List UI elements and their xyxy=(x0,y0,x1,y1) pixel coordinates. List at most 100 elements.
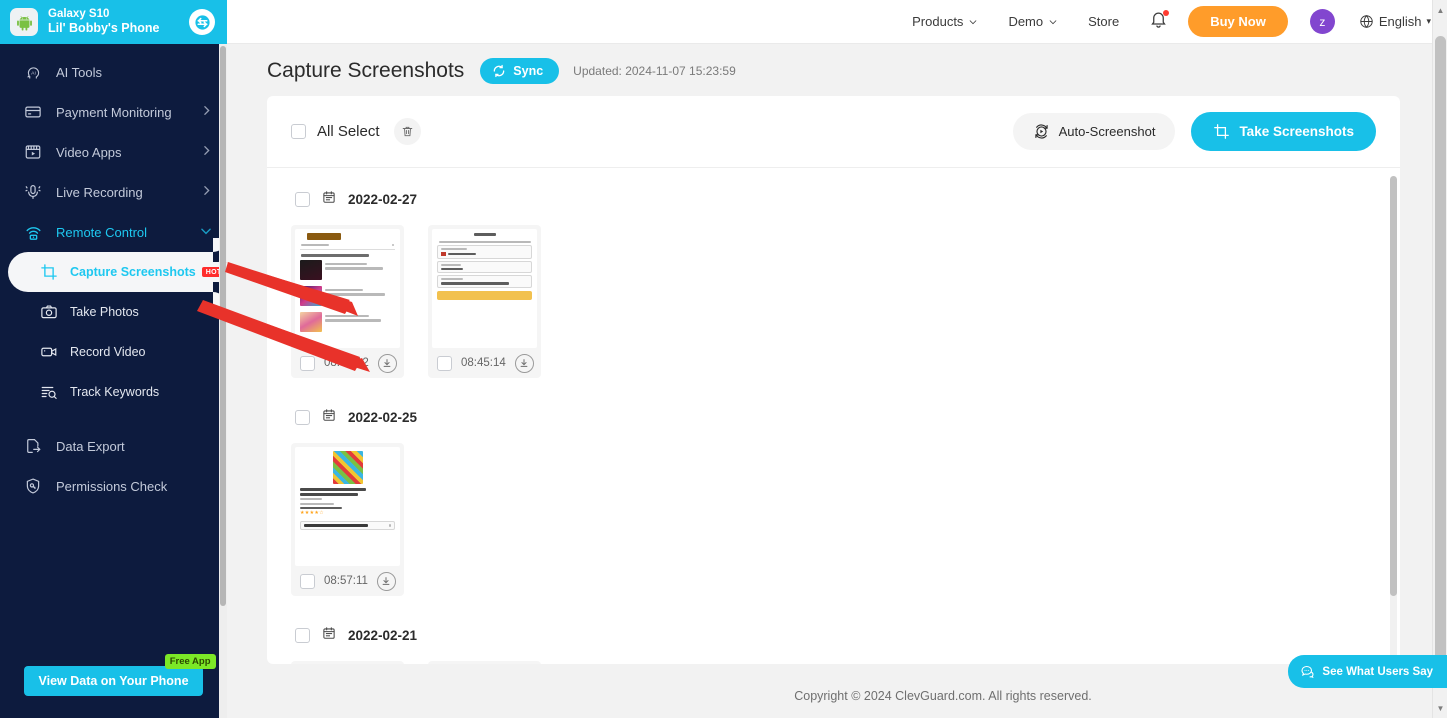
nav-demo-label: Demo xyxy=(1008,14,1044,29)
notification-bell-icon[interactable] xyxy=(1149,9,1170,34)
all-select-checkbox[interactable] xyxy=(291,124,306,139)
download-icon[interactable] xyxy=(514,353,534,373)
caret-down-icon: ▾ xyxy=(1426,16,1431,26)
calendar-icon xyxy=(322,626,336,645)
screenshots-panel: All Select Auto-Screenshot Take Screensh… xyxy=(267,96,1400,664)
auto-screenshot-button[interactable]: Auto-Screenshot xyxy=(1012,113,1176,150)
scroll-up-arrow-icon[interactable]: ▲ xyxy=(1433,2,1447,18)
thumbnail-footer: 08:57:11 xyxy=(291,566,404,596)
page-scrollbar[interactable]: ▲ ▼ xyxy=(1432,0,1447,718)
sidebar-item-ai-tools[interactable]: AI AI Tools xyxy=(0,52,227,92)
sidebar-item-remote-control[interactable]: Remote Control xyxy=(0,212,227,252)
screenshot-thumbnail[interactable]: 08:57:12 xyxy=(291,225,404,378)
panel-toolbar: All Select Auto-Screenshot Take Screensh… xyxy=(267,96,1400,168)
chevron-down-icon xyxy=(970,19,977,24)
thumbnail-grid: 08:57:12 08:45:14 xyxy=(291,225,1376,378)
screenshot-thumbnail[interactable] xyxy=(428,661,541,664)
take-screenshots-button[interactable]: Take Screenshots xyxy=(1191,112,1376,151)
thumbnail-checkbox[interactable] xyxy=(300,573,315,589)
video-apps-icon xyxy=(22,141,44,163)
sidebar-item-video-apps[interactable]: Video Apps xyxy=(0,132,227,172)
delete-selected-button[interactable] xyxy=(393,118,421,145)
shield-key-icon xyxy=(22,475,44,497)
panel-scrollbar-thumb[interactable] xyxy=(1390,176,1397,596)
sidebar-cta: Free App View Data on Your Phone xyxy=(0,654,227,696)
chevron-right-icon xyxy=(200,184,213,200)
date-row: 2022-02-21 xyxy=(291,626,1376,645)
sidebar-item-label: Record Video xyxy=(70,345,146,359)
crop-frame-icon xyxy=(38,261,60,283)
remote-control-icon xyxy=(22,221,44,243)
svg-text:AI: AI xyxy=(31,70,36,76)
sidebar-scrollbar[interactable] xyxy=(219,44,227,718)
keyword-search-icon xyxy=(38,381,60,403)
preview-content xyxy=(295,229,400,348)
screenshot-thumbnail[interactable]: ★★★★☆ 08:57:11 xyxy=(291,443,404,596)
topbar: Products Demo Store Buy Now z English ▾ xyxy=(227,0,1447,44)
preview-content xyxy=(432,229,537,348)
crop-frame-icon xyxy=(1214,124,1230,139)
auto-screenshot-icon xyxy=(1034,124,1048,139)
sidebar-item-label: Remote Control xyxy=(56,224,148,240)
sync-button[interactable]: Sync xyxy=(480,58,560,84)
sidebar-item-record-video[interactable]: Record Video xyxy=(0,332,227,372)
globe-icon xyxy=(1360,15,1373,28)
sidebar-item-label: Video Apps xyxy=(56,144,122,160)
chevron-down-icon xyxy=(199,224,213,241)
date-group-checkbox[interactable] xyxy=(295,628,310,643)
buy-now-button[interactable]: Buy Now xyxy=(1188,6,1288,37)
take-screenshots-label: Take Screenshots xyxy=(1239,124,1354,139)
sidebar-item-label: Payment Monitoring xyxy=(56,104,172,120)
device-header[interactable]: Galaxy S10 Lil' Bobby's Phone xyxy=(0,0,227,44)
copyright-text: Copyright © 2024 ClevGuard.com. All righ… xyxy=(794,688,1092,703)
sidebar-item-capture-screenshots[interactable]: Capture Screenshots HOT xyxy=(8,238,227,306)
page-scrollbar-thumb[interactable] xyxy=(1435,36,1446,672)
language-selector[interactable]: English ▾ xyxy=(1359,14,1431,29)
download-icon[interactable] xyxy=(377,353,397,373)
download-icon[interactable] xyxy=(376,571,396,591)
device-model: Galaxy S10 xyxy=(48,8,110,20)
all-select-label: All Select xyxy=(317,123,380,140)
chevron-right-icon xyxy=(200,104,213,120)
screenshot-preview[interactable]: ★★★★☆ xyxy=(295,447,400,566)
nav-store[interactable]: Store xyxy=(1088,14,1119,29)
screenshot-preview[interactable] xyxy=(432,229,537,348)
screenshot-thumbnail[interactable] xyxy=(291,661,404,664)
screenshot-thumbnail[interactable]: 08:45:14 xyxy=(428,225,541,378)
sidebar-item-label: Permissions Check xyxy=(56,478,168,494)
nav-products[interactable]: Products xyxy=(912,14,978,29)
sidebar-item-data-export[interactable]: Data Export xyxy=(0,426,227,466)
thumbnail-checkbox[interactable] xyxy=(300,355,315,371)
main-content: Capture Screenshots Sync Updated: 2024-1… xyxy=(227,44,1447,718)
notification-dot xyxy=(1163,9,1170,16)
avatar[interactable]: z xyxy=(1309,9,1335,34)
sidebar-item-payment-monitoring[interactable]: Payment Monitoring xyxy=(0,92,227,132)
nav-demo[interactable]: Demo xyxy=(1008,14,1058,29)
panel-scrollbar[interactable] xyxy=(1390,176,1397,664)
chevron-right-icon xyxy=(200,144,213,160)
date-label: 2022-02-25 xyxy=(348,410,418,425)
date-group-checkbox[interactable] xyxy=(295,192,310,207)
thumbnail-grid xyxy=(291,661,1376,664)
sidebar-item-permissions-check[interactable]: Permissions Check xyxy=(0,466,227,506)
sidebar-item-live-recording[interactable]: Live Recording xyxy=(0,172,227,212)
view-data-on-phone-button[interactable]: Free App View Data on Your Phone xyxy=(24,654,216,696)
sidebar-item-track-keywords[interactable]: Track Keywords xyxy=(0,372,227,412)
see-what-users-say-button[interactable]: See What Users Say xyxy=(1288,655,1447,688)
sidebar-item-label: Capture Screenshots xyxy=(70,265,196,279)
sidebar-scrollbar-thumb[interactable] xyxy=(220,46,226,606)
switch-device-icon[interactable] xyxy=(189,9,215,35)
date-group-checkbox[interactable] xyxy=(295,410,310,425)
thumbnail-footer: 08:45:14 xyxy=(428,348,541,378)
video-camera-icon xyxy=(38,341,60,363)
chevron-down-icon xyxy=(1049,19,1057,24)
scroll-down-arrow-icon[interactable]: ▼ xyxy=(1433,700,1447,716)
nav-store-label: Store xyxy=(1088,14,1120,29)
free-app-tag: Free App xyxy=(164,654,216,669)
screenshot-preview[interactable] xyxy=(295,229,400,348)
device-info: Galaxy S10 Lil' Bobby's Phone xyxy=(48,7,189,37)
sidebar-item-take-photos[interactable]: Take Photos xyxy=(0,292,227,332)
thumbnail-checkbox[interactable] xyxy=(437,355,452,371)
sidebar-item-label: AI Tools xyxy=(56,64,103,80)
language-label: English xyxy=(1378,14,1422,29)
